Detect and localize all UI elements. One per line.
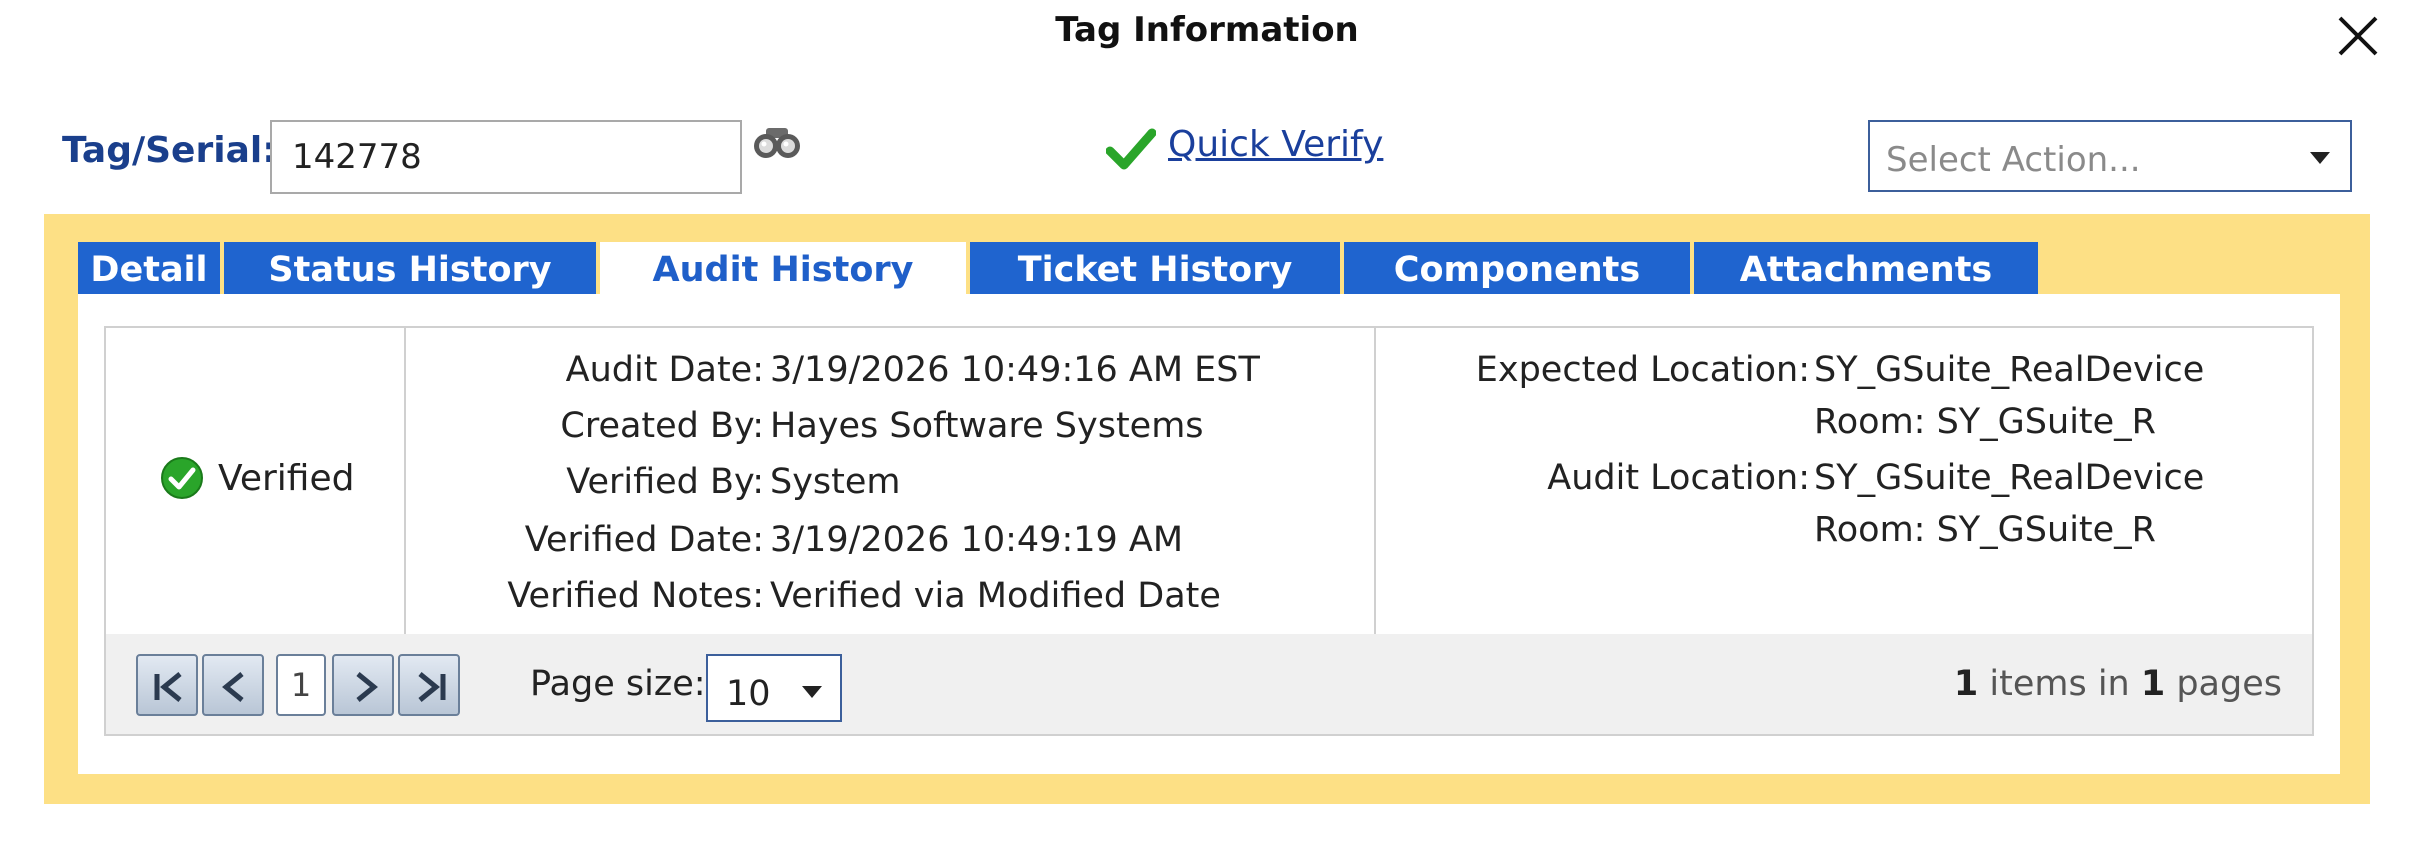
audit-date-label: Audit Date: [565,350,764,390]
previous-page-button[interactable] [202,654,264,716]
verified-date-value: 3/19/2026 10:49:19 AM [770,520,1184,560]
first-page-icon [154,672,182,702]
tag-serial-label: Tag/Serial: [62,130,277,171]
verified-by-value: System [770,462,901,502]
audit-date-row: Audit Date: 3/19/2026 10:49:16 AM EST [404,350,1374,398]
binoculars-icon [754,128,800,158]
close-icon [2338,16,2378,56]
last-page-button[interactable] [398,654,460,716]
audit-details-cell: Audit Date: 3/19/2026 10:49:16 AM EST Cr… [404,328,1376,634]
expected-room-row: Room: SY_GSuite_R [1374,402,2312,450]
verified-notes-label: Verified Notes: [507,576,764,616]
select-action-dropdown[interactable]: Select Action... [1868,120,2352,192]
verified-notes-value: Verified via Modified Date [770,576,1221,616]
tab-components[interactable]: Components [1344,242,1690,294]
page-size-label: Page size: [530,664,706,704]
chevron-left-icon [222,672,244,702]
audit-history-panel: Verified Audit Date: 3/19/2026 10:49:16 … [78,294,2340,774]
items-count: 1 [1953,664,1979,704]
created-by-label: Created By: [560,406,764,446]
tab-attachments[interactable]: Attachments [1694,242,2038,294]
verified-status: Verified [160,456,354,500]
tab-ticket-history[interactable]: Ticket History [970,242,1340,294]
verified-label: Verified [218,457,355,499]
audit-room-row: Room: SY_GSuite_R [1374,510,2312,558]
expected-location-value: SY_GSuite_RealDevice [1814,350,2205,390]
grid-pager: 1 Page size: 10 1 items in 1 pages [106,634,2312,734]
verified-by-label: Verified By: [566,462,764,502]
last-page-icon [418,672,446,702]
pages-count: 1 [2140,664,2166,704]
page-size-dropdown[interactable]: 10 [706,654,842,722]
page-size-value: 10 [726,674,771,714]
tab-detail[interactable]: Detail [78,242,220,294]
select-action-placeholder: Select Action... [1886,140,2141,180]
audit-location-value: SY_GSuite_RealDevice [1814,458,2205,498]
quick-verify-link[interactable]: Quick Verify [1168,124,1383,165]
close-button[interactable] [2328,6,2388,66]
verified-notes-row: Verified Notes: Verified via Modified Da… [404,576,1374,624]
checkmark-icon [1105,128,1157,170]
tab-audit-history[interactable]: Audit History [600,242,966,294]
audit-location-row: Audit Location: SY_GSuite_RealDevice [1374,458,2312,506]
expected-location-row: Expected Location: SY_GSuite_RealDevice [1374,350,2312,398]
audit-location-label: Audit Location: [1547,458,1810,498]
pages-text: pages [2165,664,2282,704]
tab-status-history[interactable]: Status History [224,242,596,294]
audit-room-value: Room: SY_GSuite_R [1814,510,2157,550]
first-page-button[interactable] [136,654,198,716]
items-text: items in [1978,664,2141,704]
expected-room-value: Room: SY_GSuite_R [1814,402,2157,442]
pager-info: 1 items in 1 pages [1954,664,2282,704]
created-by-value: Hayes Software Systems [770,406,1204,446]
verified-date-label: Verified Date: [524,520,764,560]
verified-date-row: Verified Date: 3/19/2026 10:49:19 AM [404,520,1374,568]
check-circle-icon [161,457,203,499]
created-by-row: Created By: Hayes Software Systems [404,406,1374,454]
next-page-button[interactable] [332,654,394,716]
chevron-down-icon [802,686,822,698]
audit-grid: Verified Audit Date: 3/19/2026 10:49:16 … [104,326,2314,736]
verified-by-row: Verified By: System [404,462,1374,510]
tag-serial-input[interactable] [270,120,742,194]
chevron-down-icon [2310,152,2330,164]
audit-locations-cell: Expected Location: SY_GSuite_RealDevice … [1374,328,2312,634]
chevron-right-icon [356,672,378,702]
quick-verify-icon-wrap [1105,127,1157,171]
audit-status-cell: Verified [106,328,406,634]
expected-location-label: Expected Location: [1475,350,1810,390]
audit-date-value: 3/19/2026 10:49:16 AM EST [770,350,1260,390]
current-page-number[interactable]: 1 [276,654,326,716]
search-tag-button[interactable] [752,124,802,162]
dialog-title: Tag Information [1055,10,1359,50]
